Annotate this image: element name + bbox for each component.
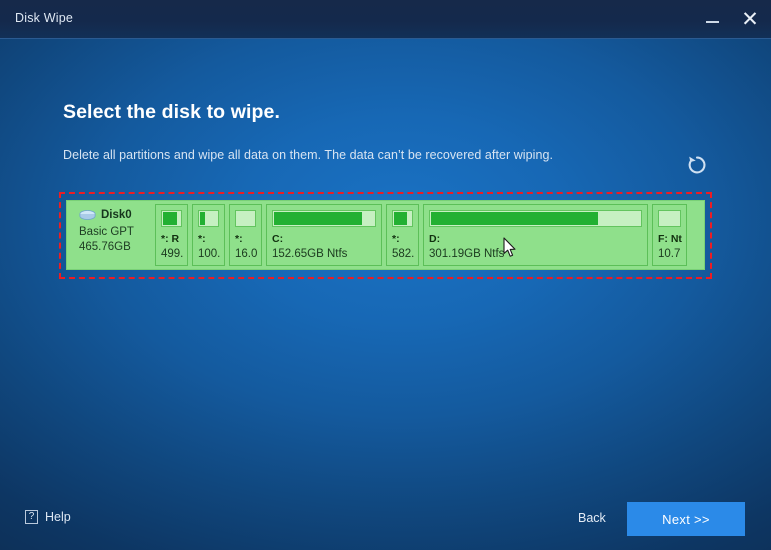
partition-name: *: R <box>161 233 180 245</box>
partition-size: 152.65GB Ntfs <box>272 248 348 260</box>
partition-usage-bar <box>272 210 376 227</box>
question-mark-icon: ? <box>25 510 38 524</box>
page-title: Select the disk to wipe. <box>63 101 280 123</box>
refresh-icon <box>688 156 706 174</box>
partition-size: 301.19GB Ntfs <box>429 248 505 260</box>
partition-item[interactable]: *: 16.0 <box>229 204 262 266</box>
partition-name: D: <box>429 233 441 245</box>
partition-name: *: <box>392 233 400 245</box>
partition-usage-fill <box>163 212 177 225</box>
disk-wipe-window: Disk Wipe ✕ Select the disk to wipe. Del… <box>0 0 771 550</box>
close-button[interactable]: ✕ <box>731 0 769 38</box>
partition-size: 499. <box>161 248 184 260</box>
partition-size: 10.7 <box>658 248 681 260</box>
disk-row-disk0[interactable]: Disk0 Basic GPT 465.76GB *: R 499. *: 100. *… <box>66 200 705 270</box>
window-title: Disk Wipe <box>15 11 74 25</box>
help-button[interactable]: ? Help <box>25 510 71 524</box>
partition-size: 16.0 <box>235 248 258 260</box>
partition-usage-bar <box>198 210 219 227</box>
partition-usage-bar <box>392 210 413 227</box>
close-icon: ✕ <box>741 7 759 31</box>
partition-usage-fill <box>274 212 362 225</box>
partition-item[interactable]: C: 152.65GB Ntfs <box>266 204 382 266</box>
partition-usage-bar <box>235 210 256 227</box>
partition-usage-bar <box>161 210 182 227</box>
partition-usage-fill <box>431 212 599 225</box>
partition-name: *: <box>198 233 206 245</box>
title-bar: Disk Wipe ✕ <box>0 0 771 39</box>
page-description: Delete all partitions and wipe all data … <box>63 148 553 162</box>
help-label: Help <box>45 510 71 524</box>
partition-item[interactable]: D: 301.19GB Ntfs <box>423 204 648 266</box>
minimize-button[interactable] <box>693 0 731 38</box>
partition-usage-fill <box>200 212 206 225</box>
minimize-icon <box>705 21 719 23</box>
disk-info: Disk0 Basic GPT 465.76GB <box>67 201 155 269</box>
next-button[interactable]: Next >> <box>627 502 745 536</box>
partition-item[interactable]: *: 100. <box>192 204 225 266</box>
partition-item[interactable]: *: R 499. <box>155 204 188 266</box>
refresh-button[interactable] <box>686 154 708 176</box>
partition-usage-bar <box>658 210 681 227</box>
disk-type: Basic GPT <box>79 226 134 238</box>
disk-capacity: 465.76GB <box>79 241 131 253</box>
partition-usage-bar <box>429 210 642 227</box>
partition-item[interactable]: *: 582. <box>386 204 419 266</box>
partition-list: *: R 499. *: 100. *: 16.0 C: 152.65GB Ntfs *: 582… <box>155 201 704 269</box>
disk-name-row: Disk0 <box>79 206 155 223</box>
partition-name: C: <box>272 233 284 245</box>
disk-name: Disk0 <box>101 208 132 221</box>
partition-item[interactable]: F: Nt 10.7 <box>652 204 687 266</box>
disk-platter-icon <box>79 209 96 220</box>
partition-name: *: <box>235 233 243 245</box>
back-button[interactable]: Back <box>578 511 606 525</box>
partition-name: F: Nt <box>658 233 682 245</box>
partition-size: 100. <box>198 248 221 260</box>
partition-size: 582. <box>392 248 415 260</box>
partition-usage-fill <box>394 212 407 225</box>
